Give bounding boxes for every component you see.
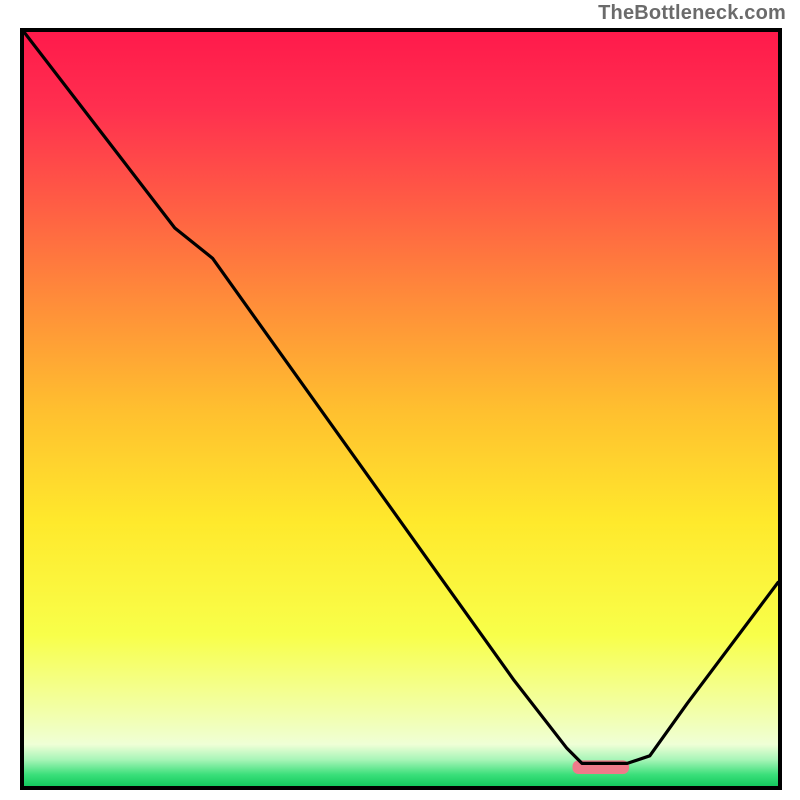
chart-plot-area: [20, 28, 782, 790]
chart-overlay: [24, 32, 778, 786]
watermark-text: TheBottleneck.com: [598, 2, 786, 25]
chart-series-curve: [24, 32, 778, 763]
